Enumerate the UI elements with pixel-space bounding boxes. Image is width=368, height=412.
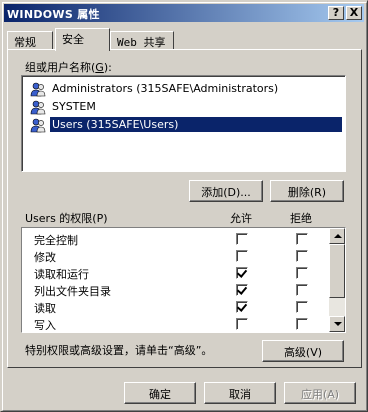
allow-checkbox[interactable]: [236, 301, 248, 313]
allow-column-header: 允许: [230, 212, 252, 225]
cancel-button-label: 取消: [229, 388, 251, 401]
permission-name: 读取和运行: [34, 268, 89, 281]
scroll-down-button[interactable]: [329, 316, 345, 332]
user-item-users[interactable]: Users (315SAFE\Users): [28, 116, 342, 134]
allow-checkbox[interactable]: [236, 267, 248, 279]
deny-checkbox[interactable]: [296, 233, 308, 245]
arrow-up-icon: [334, 234, 342, 238]
allow-checkbox[interactable]: [236, 284, 248, 296]
arrow-down-icon: [334, 322, 342, 326]
deny-checkbox[interactable]: [296, 318, 308, 330]
advanced-hint: 特别权限或高级设置，请单击“高级”。: [25, 344, 213, 357]
users-label-accesskey: G: [95, 61, 104, 74]
permission-name: 完全控制: [34, 234, 78, 247]
permission-row: 读取和运行: [22, 264, 328, 281]
permission-row: 完全控制: [22, 230, 328, 247]
user-group-icon: [30, 118, 46, 133]
users-label: 组或用户名称(G):: [25, 59, 112, 75]
tab-web-sharing[interactable]: Web 共享: [110, 31, 174, 50]
tab-general[interactable]: 常规: [7, 31, 53, 50]
permission-row: 读取: [22, 298, 328, 315]
scroll-thumb[interactable]: [329, 244, 345, 298]
tab-strip: 常规 安全 Web 共享: [7, 28, 367, 51]
title-bar[interactable]: WINDOWS 属性 ? X: [4, 4, 364, 22]
properties-dialog: WINDOWS 属性 ? X 常规 安全 Web 共享 组或用户名称(G): A…: [0, 0, 368, 412]
advanced-button-label: 高级(V): [283, 346, 323, 359]
user-item-label: SYSTEM: [52, 100, 96, 113]
permission-row: 写入: [22, 315, 328, 332]
apply-button-label: 应用(A): [300, 388, 340, 401]
users-listbox[interactable]: Administrators (315SAFE\Administrators) …: [21, 75, 346, 172]
permissions-title: Users 的权限(P): [25, 212, 108, 225]
remove-button-label: 删除(R): [287, 186, 327, 199]
deny-checkbox[interactable]: [296, 250, 308, 262]
scroll-up-button[interactable]: [329, 228, 345, 244]
add-button-label: 添加(D)...: [201, 186, 251, 199]
user-item-label: Administrators (315SAFE\Administrators): [52, 82, 279, 95]
permission-row: 修改: [22, 247, 328, 264]
advanced-button[interactable]: 高级(V): [262, 340, 344, 362]
tab-security[interactable]: 安全: [55, 28, 110, 51]
ok-button-label: 确定: [149, 388, 171, 401]
ok-button[interactable]: 确定: [124, 382, 196, 404]
permission-name: 读取: [34, 302, 56, 315]
user-item-label: Users (315SAFE\Users): [50, 117, 342, 132]
remove-button[interactable]: 删除(R): [270, 180, 344, 202]
apply-button[interactable]: 应用(A): [284, 382, 356, 404]
window-title: WINDOWS 属性: [7, 8, 100, 21]
permission-name: 写入: [34, 319, 56, 332]
permission-row: 列出文件夹目录: [22, 281, 328, 298]
cancel-button[interactable]: 取消: [204, 382, 276, 404]
deny-checkbox[interactable]: [296, 284, 308, 296]
help-button[interactable]: ?: [328, 6, 344, 20]
user-group-icon: [30, 82, 46, 97]
user-group-icon: [30, 100, 46, 115]
deny-checkbox[interactable]: [296, 301, 308, 313]
allow-checkbox[interactable]: [236, 233, 248, 245]
allow-checkbox[interactable]: [236, 318, 248, 330]
user-item-system[interactable]: SYSTEM: [28, 98, 340, 116]
add-button[interactable]: 添加(D)...: [189, 180, 263, 202]
permission-name: 修改: [34, 251, 56, 264]
close-button[interactable]: X: [346, 6, 362, 20]
permissions-list[interactable]: 完全控制 修改 读取和运行 列出文件夹目录 读取 写入: [21, 227, 346, 333]
permission-name: 列出文件夹目录: [34, 285, 111, 298]
allow-checkbox[interactable]: [236, 250, 248, 262]
permissions-scrollbar[interactable]: [329, 228, 345, 332]
users-label-prefix: 组或用户名称(: [25, 61, 96, 74]
deny-column-header: 拒绝: [290, 212, 312, 225]
user-item-administrators[interactable]: Administrators (315SAFE\Administrators): [28, 80, 340, 98]
users-label-suffix: ):: [103, 61, 112, 74]
deny-checkbox[interactable]: [296, 267, 308, 279]
